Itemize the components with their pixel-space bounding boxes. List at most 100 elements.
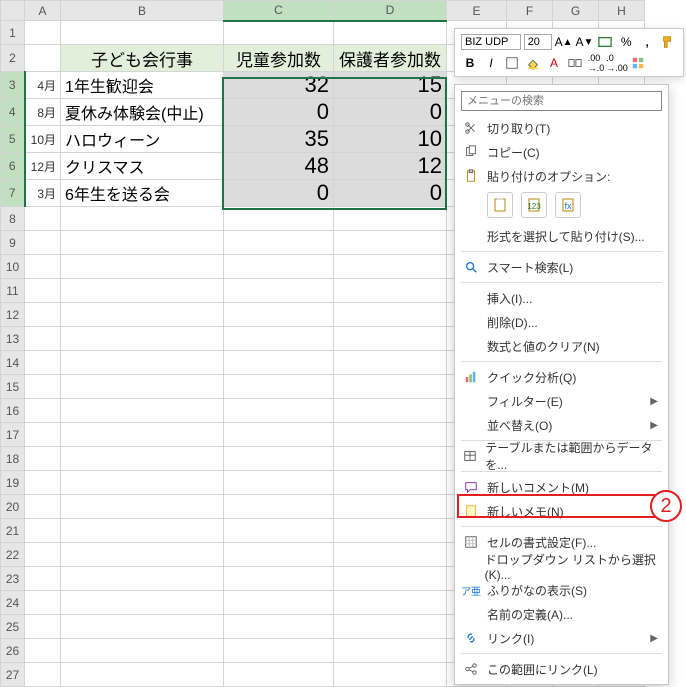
cell-B27[interactable]	[61, 663, 224, 687]
col-header-D[interactable]: D	[334, 1, 447, 21]
cell-D15[interactable]	[334, 375, 447, 399]
menu-filter[interactable]: フィルター(E) ▶	[455, 389, 668, 413]
cell-A25[interactable]	[25, 615, 61, 639]
cell-B2[interactable]: 子ども会行事	[61, 45, 224, 72]
cell-A3[interactable]: 4月	[25, 72, 61, 99]
cell-D4[interactable]: 0	[334, 99, 447, 126]
cell-C12[interactable]	[224, 303, 334, 327]
row-header-3[interactable]: 3	[1, 72, 25, 99]
menu-dropdown[interactable]: ドロップダウン リストから選択(K)...	[455, 554, 668, 578]
cell-D16[interactable]	[334, 399, 447, 423]
cell-D27[interactable]	[334, 663, 447, 687]
cell-A8[interactable]	[25, 207, 61, 231]
menu-link-range[interactable]: この範囲にリンク(L)	[455, 657, 668, 681]
comma-icon[interactable]: ,	[638, 33, 656, 51]
cell-C27[interactable]	[224, 663, 334, 687]
cell-D13[interactable]	[334, 327, 447, 351]
increase-decimal-icon[interactable]: .0→.00	[608, 54, 626, 72]
cell-A9[interactable]	[25, 231, 61, 255]
row-header-7[interactable]: 7	[1, 180, 25, 207]
row-header-10[interactable]: 10	[1, 255, 25, 279]
font-size-selector[interactable]: 20	[524, 34, 552, 50]
menu-link[interactable]: リンク(I) ▶	[455, 626, 668, 650]
bold-icon[interactable]: B	[461, 54, 479, 72]
cell-A14[interactable]	[25, 351, 61, 375]
menu-paste-special[interactable]: 形式を選択して貼り付け(S)...	[455, 224, 668, 248]
cell-A6[interactable]: 12月	[25, 153, 61, 180]
cell-B25[interactable]	[61, 615, 224, 639]
cell-A16[interactable]	[25, 399, 61, 423]
italic-icon[interactable]: I	[482, 54, 500, 72]
row-header-19[interactable]: 19	[1, 471, 25, 495]
row-header-23[interactable]: 23	[1, 567, 25, 591]
cell-D18[interactable]	[334, 447, 447, 471]
row-header-21[interactable]: 21	[1, 519, 25, 543]
cell-A21[interactable]	[25, 519, 61, 543]
cell-D14[interactable]	[334, 351, 447, 375]
cell-C9[interactable]	[224, 231, 334, 255]
cell-B5[interactable]: ハロウィーン	[61, 126, 224, 153]
col-header-A[interactable]: A	[25, 1, 61, 21]
cell-A18[interactable]	[25, 447, 61, 471]
cell-D22[interactable]	[334, 543, 447, 567]
cell-D21[interactable]	[334, 519, 447, 543]
conditional-format-icon[interactable]	[629, 54, 647, 72]
menu-insert[interactable]: 挿入(I)...	[455, 286, 668, 310]
paste-option-default[interactable]	[487, 192, 513, 218]
cell-A19[interactable]	[25, 471, 61, 495]
cell-C8[interactable]	[224, 207, 334, 231]
cell-A1[interactable]	[25, 21, 61, 45]
cell-C22[interactable]	[224, 543, 334, 567]
cell-A15[interactable]	[25, 375, 61, 399]
cell-B3[interactable]: 1年生歓迎会	[61, 72, 224, 99]
cell-C24[interactable]	[224, 591, 334, 615]
increase-font-icon[interactable]: A▲	[555, 33, 573, 51]
menu-new-note[interactable]: 新しいメモ(N)	[455, 499, 668, 523]
cell-C23[interactable]	[224, 567, 334, 591]
row-header-11[interactable]: 11	[1, 279, 25, 303]
cell-A23[interactable]	[25, 567, 61, 591]
cell-D26[interactable]	[334, 639, 447, 663]
cell-D3[interactable]: 15	[334, 72, 447, 99]
cell-A12[interactable]	[25, 303, 61, 327]
cell-B1[interactable]	[61, 21, 224, 45]
row-header-12[interactable]: 12	[1, 303, 25, 327]
decrease-decimal-icon[interactable]: .00→.0	[587, 54, 605, 72]
menu-copy[interactable]: コピー(C)	[455, 140, 668, 164]
row-header-14[interactable]: 14	[1, 351, 25, 375]
menu-search-input[interactable]	[461, 91, 662, 111]
cell-D10[interactable]	[334, 255, 447, 279]
row-header-22[interactable]: 22	[1, 543, 25, 567]
cell-A20[interactable]	[25, 495, 61, 519]
paste-option-formulas[interactable]: fx	[555, 192, 581, 218]
row-header-17[interactable]: 17	[1, 423, 25, 447]
cell-C19[interactable]	[224, 471, 334, 495]
accounting-format-icon[interactable]	[596, 33, 614, 51]
cell-C15[interactable]	[224, 375, 334, 399]
font-selector[interactable]: BIZ UDP	[461, 34, 521, 50]
cell-C2[interactable]: 児童参加数	[224, 45, 334, 72]
cell-C5[interactable]: 35	[224, 126, 334, 153]
menu-smart-lookup[interactable]: スマート検索(L)	[455, 255, 668, 279]
row-header-18[interactable]: 18	[1, 447, 25, 471]
decrease-font-icon[interactable]: A▼	[575, 33, 593, 51]
format-painter-icon[interactable]	[659, 33, 677, 51]
cell-C21[interactable]	[224, 519, 334, 543]
menu-quick-analysis[interactable]: クイック分析(Q)	[455, 365, 668, 389]
cell-A5[interactable]: 10月	[25, 126, 61, 153]
cell-B12[interactable]	[61, 303, 224, 327]
cell-D20[interactable]	[334, 495, 447, 519]
cell-D8[interactable]	[334, 207, 447, 231]
cell-C20[interactable]	[224, 495, 334, 519]
menu-phonetic[interactable]: ア亜 ふりがなの表示(S)	[455, 578, 668, 602]
cell-D25[interactable]	[334, 615, 447, 639]
row-header-15[interactable]: 15	[1, 375, 25, 399]
cell-D6[interactable]: 12	[334, 153, 447, 180]
cell-C14[interactable]	[224, 351, 334, 375]
cell-B14[interactable]	[61, 351, 224, 375]
row-header-9[interactable]: 9	[1, 231, 25, 255]
cell-B6[interactable]: クリスマス	[61, 153, 224, 180]
menu-clear[interactable]: 数式と値のクリア(N)	[455, 334, 668, 358]
cell-C4[interactable]: 0	[224, 99, 334, 126]
cell-D23[interactable]	[334, 567, 447, 591]
